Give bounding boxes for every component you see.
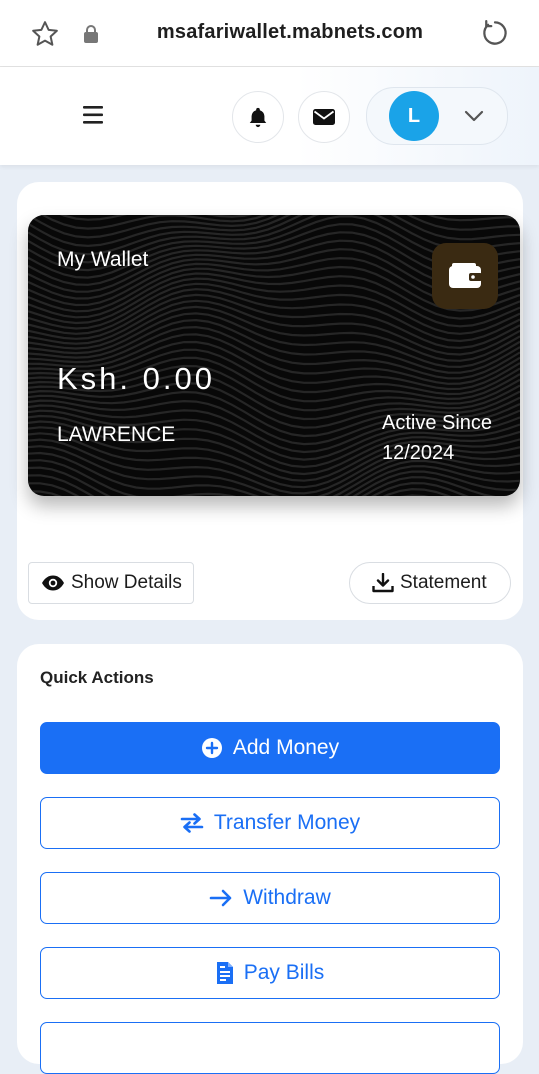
more-action-button[interactable]	[40, 1022, 500, 1074]
wallet-icon-badge	[432, 243, 498, 309]
transfer-money-label: Transfer Money	[213, 811, 361, 834]
envelope-icon	[313, 109, 335, 125]
reload-icon[interactable]	[480, 18, 510, 48]
quick-actions-title: Quick Actions	[40, 668, 154, 687]
bookmark-star-icon[interactable]	[30, 19, 60, 49]
show-details-label: Show Details	[71, 572, 182, 593]
plus-circle-icon	[201, 738, 222, 758]
profile-menu[interactable]: L	[366, 87, 508, 145]
add-money-label: Add Money	[232, 736, 340, 759]
wallet-balance: Ksh. 0.00	[57, 361, 215, 396]
browser-url-bar: msafariwallet.mabnets.com	[0, 0, 539, 67]
hamburger-icon[interactable]	[80, 103, 108, 127]
download-icon	[372, 573, 394, 593]
avatar[interactable]: L	[389, 91, 439, 141]
quick-actions-section: Quick Actions Add Money Transfer Money W…	[17, 644, 523, 1074]
messages-button[interactable]	[298, 91, 350, 143]
wallet-icon	[449, 263, 482, 288]
notifications-button[interactable]	[232, 91, 284, 143]
invoice-icon	[216, 962, 233, 984]
wallet-card: My Wallet Ksh. 0.00 LAWRENCE Active Sinc…	[28, 215, 520, 496]
app-header: L	[0, 67, 539, 165]
card-holder-name: LAWRENCE	[57, 423, 176, 446]
show-details-button[interactable]: Show Details	[28, 562, 194, 604]
active-since-label: Active Since	[382, 412, 493, 434]
chevron-down-icon[interactable]	[463, 107, 485, 125]
transfer-money-button[interactable]: Transfer Money	[40, 797, 500, 849]
add-money-button[interactable]: Add Money	[40, 722, 500, 774]
bell-icon	[249, 107, 267, 128]
wallet-section: My Wallet Ksh. 0.00 LAWRENCE Active Sinc…	[17, 182, 523, 620]
statement-label: Statement	[400, 572, 487, 593]
url-text[interactable]: msafariwallet.mabnets.com	[120, 21, 460, 44]
withdraw-label: Withdraw	[243, 886, 331, 909]
lock-icon	[84, 25, 98, 43]
pay-bills-label: Pay Bills	[243, 961, 325, 984]
arrow-right-icon	[209, 889, 232, 907]
wallet-title: My Wallet	[57, 248, 149, 271]
statement-button[interactable]: Statement	[349, 562, 511, 604]
active-since-date: 12/2024	[382, 442, 455, 464]
pay-bills-button[interactable]: Pay Bills	[40, 947, 500, 999]
exchange-arrows-icon	[180, 813, 204, 833]
eye-icon	[42, 575, 64, 591]
withdraw-button[interactable]: Withdraw	[40, 872, 500, 924]
